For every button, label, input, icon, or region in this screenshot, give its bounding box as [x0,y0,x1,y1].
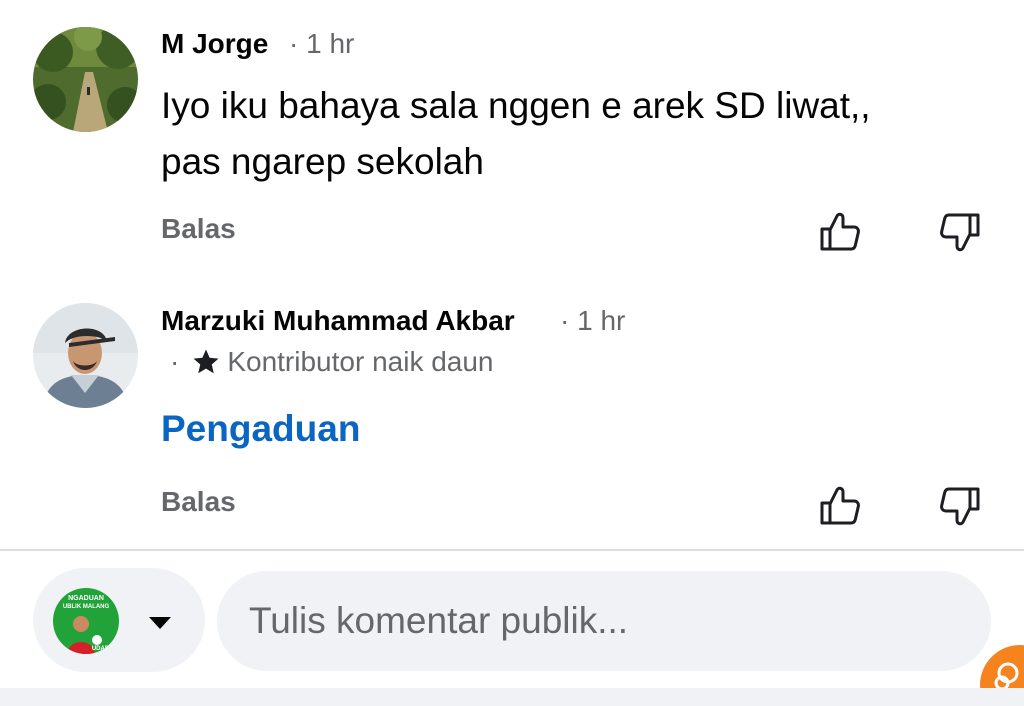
badge-label: Kontributor naik daun [227,346,494,377]
chevron-down-icon[interactable] [147,615,173,631]
star-icon [193,349,219,374]
comment-input-container[interactable] [217,571,991,671]
thumbs-down-icon[interactable] [938,484,982,528]
reply-button[interactable]: Balas [161,486,236,518]
m-jorge-avatar[interactable] [33,27,138,132]
contributor-badge[interactable]: · Kontributor naik daun [170,346,494,378]
thumbs-up-icon[interactable] [818,210,862,254]
comment-time: · 1 hr [289,28,355,59]
avatar-logo-text: NGADUAN [68,595,104,602]
reply-button[interactable]: Balas [161,213,236,245]
comment-text-line: Iyo iku bahaya sala nggen e arek SD liwa… [161,85,871,126]
page-avatar[interactable]: NGADUAN UBLIK MALANG UDARM [53,588,119,654]
thumbs-down-icon[interactable] [938,210,982,254]
badge-separator: · [170,346,180,377]
comment-author[interactable]: Marzuki Muhammad Akbar [161,305,515,337]
comment-text-line: pas ngarep sekolah [161,141,484,182]
comment-time: · 1 hr [560,305,626,336]
thumbs-up-icon[interactable] [818,484,862,528]
composer-divider [0,549,1024,551]
comment-text: Iyo iku bahaya sala nggen e arek SD liwa… [161,78,981,190]
comment-thread: M Jorge · 1 hr Iyo iku bahaya sala nggen… [0,0,1024,706]
bottom-bar [0,688,1024,706]
avatar-logo-text: UBLIK MALANG [63,604,110,610]
comment-input[interactable] [249,571,969,671]
pengaduan-link[interactable]: Pengaduan [161,408,360,450]
comment-author[interactable]: M Jorge [161,28,268,60]
marzuki-avatar[interactable] [33,303,138,408]
